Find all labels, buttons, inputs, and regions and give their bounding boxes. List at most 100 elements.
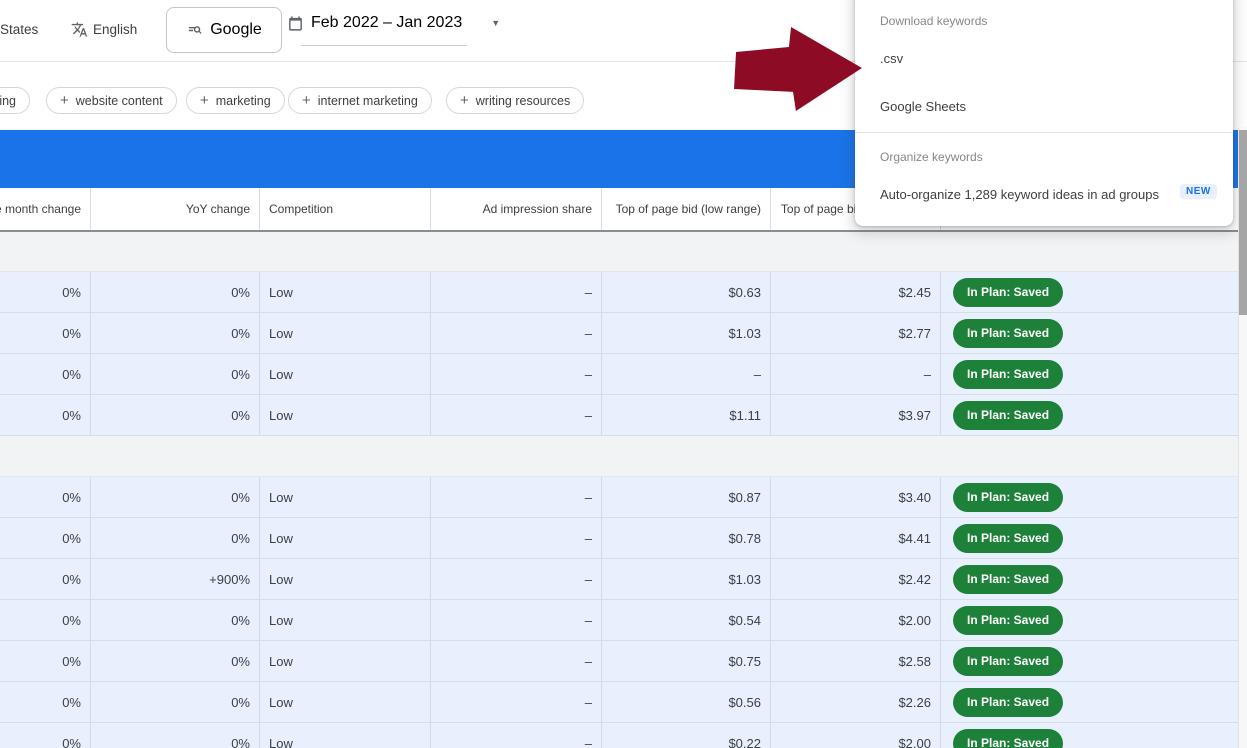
cell-plan-status: In Plan: Saved [940,354,1238,394]
network-label: Google [210,21,262,39]
cell-yoy-change: 0% [90,518,259,558]
keyword-chip[interactable]: + internet marketing [288,87,432,114]
in-plan-saved-button[interactable]: In Plan: Saved [953,688,1063,717]
section-band [0,232,1238,272]
new-badge: NEW [1180,184,1217,199]
cell-yoy-change: 0% [90,354,259,394]
cell-competition: Low [259,354,430,394]
chevron-down-icon: ▼ [491,18,500,28]
in-plan-saved-button[interactable]: In Plan: Saved [953,319,1063,348]
cell-bid-low: $0.63 [601,272,770,312]
cell-competition: Low [259,518,430,558]
cell-plan-status: In Plan: Saved [940,641,1238,681]
section-band [0,436,1238,477]
cell-yoy-change: 0% [90,313,259,353]
cell-three-month-change: 0% [0,600,90,640]
cell-bid-low: $0.22 [601,723,770,748]
menu-item-csv[interactable]: .csv [855,51,1233,66]
table-row[interactable]: 0% 0% Low – $0.78 $4.41 In Plan: Saved [0,518,1238,559]
cell-bid-high: – [770,354,940,394]
cell-plan-status: In Plan: Saved [940,395,1238,435]
cell-bid-low: $0.75 [601,641,770,681]
cell-competition: Low [259,641,430,681]
cell-ad-impression-share: – [430,518,601,558]
cell-bid-low: – [601,354,770,394]
cell-competition: Low [259,477,430,517]
in-plan-saved-button[interactable]: In Plan: Saved [953,278,1063,307]
cell-bid-low: $0.87 [601,477,770,517]
cell-ad-impression-share: – [430,313,601,353]
cell-yoy-change: +900% [90,559,259,599]
keyword-chip-label: writing resources [476,94,570,108]
header-ad-impression-share[interactable]: Ad impression share [430,188,601,230]
location-filter[interactable]: States [0,22,38,37]
header-competition[interactable]: Competition [259,188,430,230]
in-plan-saved-button[interactable]: In Plan: Saved [953,647,1063,676]
cell-plan-status: In Plan: Saved [940,682,1238,722]
table-row[interactable]: 0% 0% Low – $0.63 $2.45 In Plan: Saved [0,272,1238,313]
organize-section-label: Organize keywords [880,150,983,164]
cell-bid-high: $2.26 [770,682,940,722]
header-three-month-change[interactable]: e month change [0,188,90,230]
cell-plan-status: In Plan: Saved [940,559,1238,599]
cell-plan-status: In Plan: Saved [940,313,1238,353]
in-plan-saved-button[interactable]: In Plan: Saved [953,483,1063,512]
in-plan-saved-button[interactable]: In Plan: Saved [953,606,1063,635]
in-plan-saved-button[interactable]: In Plan: Saved [953,401,1063,430]
plus-icon: + [60,92,69,109]
date-range-underline [301,45,467,46]
table-row[interactable]: 0% 0% Low – $0.75 $2.58 In Plan: Saved [0,641,1238,682]
calendar-icon [287,15,304,32]
keyword-planner-screen: States English Google Feb 2022 – Jan 202… [0,0,1247,748]
date-range-label: Feb 2022 – Jan 2023 [311,14,462,32]
keyword-chip-label: ing [0,94,16,108]
plus-icon: + [460,92,469,109]
table-row[interactable]: 0% 0% Low – $1.11 $3.97 In Plan: Saved [0,395,1238,436]
table-row[interactable]: 0% 0% Low – $0.22 $2.00 In Plan: Saved [0,723,1238,748]
keyword-chip[interactable]: + writing resources [446,87,584,114]
keyword-chip-label: website content [76,94,163,108]
table-row[interactable]: 0% 0% Low – $0.56 $2.26 In Plan: Saved [0,682,1238,723]
cell-yoy-change: 0% [90,682,259,722]
header-top-of-page-bid-low[interactable]: Top of page bid (low range) [601,188,770,230]
vertical-scrollbar-thumb[interactable] [1239,130,1247,315]
cell-ad-impression-share: – [430,477,601,517]
table-row[interactable]: 0% 0% Low – $0.54 $2.00 In Plan: Saved [0,600,1238,641]
cell-competition: Low [259,395,430,435]
cell-yoy-change: 0% [90,477,259,517]
cell-plan-status: In Plan: Saved [940,477,1238,517]
in-plan-saved-button[interactable]: In Plan: Saved [953,524,1063,553]
network-selector[interactable]: Google [166,7,282,53]
menu-item-google-sheets[interactable]: Google Sheets [855,99,1233,114]
cell-bid-high: $3.97 [770,395,940,435]
cell-three-month-change: 0% [0,641,90,681]
cell-bid-high: $2.00 [770,600,940,640]
table-row[interactable]: 0% 0% Low – $0.87 $3.40 In Plan: Saved [0,477,1238,518]
cell-competition: Low [259,600,430,640]
table-row[interactable]: 0% 0% Low – $1.03 $2.77 In Plan: Saved [0,313,1238,354]
cell-ad-impression-share: – [430,641,601,681]
download-section-label: Download keywords [880,14,987,28]
cell-yoy-change: 0% [90,272,259,312]
in-plan-saved-button[interactable]: In Plan: Saved [953,565,1063,594]
cell-bid-low: $0.56 [601,682,770,722]
date-range-selector[interactable]: Feb 2022 – Jan 2023 ▼ [287,14,500,32]
header-yoy-change[interactable]: YoY change [90,188,259,230]
cell-ad-impression-share: – [430,395,601,435]
plus-icon: + [302,92,311,109]
menu-divider [855,132,1233,133]
keyword-chip-label: marketing [216,94,271,108]
language-filter[interactable]: English [93,22,137,37]
keyword-chip[interactable]: + website content [46,87,177,114]
menu-item-auto-organize[interactable]: Auto-organize 1,289 keyword ideas in ad … [855,187,1233,202]
table-row[interactable]: 0% 0% Low – – – In Plan: Saved [0,354,1238,395]
cell-bid-high: $2.42 [770,559,940,599]
cell-ad-impression-share: – [430,600,601,640]
keyword-chip-partial[interactable]: ing [0,87,30,114]
table-row[interactable]: 0% +900% Low – $1.03 $2.42 In Plan: Save… [0,559,1238,600]
in-plan-saved-button[interactable]: In Plan: Saved [953,360,1063,389]
cell-three-month-change: 0% [0,682,90,722]
keyword-chip[interactable]: + marketing [186,87,285,114]
in-plan-saved-button[interactable]: In Plan: Saved [953,729,1063,748]
cell-three-month-change: 0% [0,518,90,558]
